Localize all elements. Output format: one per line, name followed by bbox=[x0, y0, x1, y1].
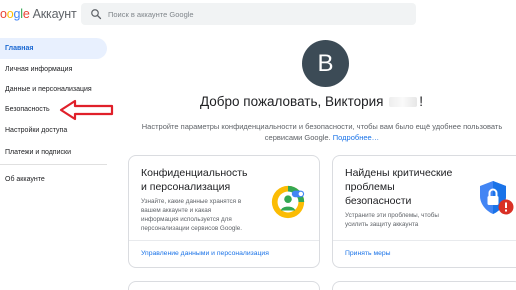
privacy-card[interactable]: Конфиденциальность и персонализация Узна… bbox=[128, 155, 320, 268]
security-issues-card[interactable]: Найдены критические проблемы безопасност… bbox=[332, 155, 516, 268]
next-card-partial[interactable] bbox=[332, 281, 516, 290]
card-description: Узнайте, какие данные хранятся в вашем а… bbox=[141, 197, 242, 233]
sidebar-item-about[interactable]: Об аккаунте bbox=[0, 169, 107, 190]
sidebar-item-sharing[interactable]: Настройки доступа bbox=[0, 120, 107, 141]
app-header: oogle Аккаунт bbox=[0, 0, 516, 30]
welcome-heading: Добро пожаловать, Виктория ! bbox=[200, 94, 452, 109]
card-desc-line: усилить защиту аккаунта bbox=[345, 221, 419, 228]
card-title: Найдены критические проблемы безопасност… bbox=[345, 166, 452, 208]
card-footer: Управление данными и персонализация bbox=[129, 240, 319, 267]
welcome-subtitle: Настройте параметры конфиденциальности и… bbox=[128, 121, 516, 143]
google-account-logo[interactable]: oogle Аккаунт bbox=[0, 7, 77, 21]
manage-data-link[interactable]: Управление данными и персонализация bbox=[141, 250, 269, 257]
take-action-link[interactable]: Принять меры bbox=[345, 250, 391, 257]
logo-letter: o bbox=[0, 7, 7, 21]
card-desc-line: Узнайте, какие данные хранятся в bbox=[141, 198, 242, 205]
security-shield-icon bbox=[480, 181, 514, 215]
privacy-personalization-icon bbox=[271, 185, 305, 219]
learn-more-link[interactable]: Подробнее… bbox=[333, 133, 379, 142]
logo-product-name: Аккаунт bbox=[32, 7, 77, 21]
card-title-line: проблемы bbox=[345, 181, 395, 193]
card-desc-line: Устраните эти проблемы, чтобы bbox=[345, 212, 439, 219]
sidebar-divider bbox=[0, 164, 107, 165]
search-icon[interactable] bbox=[90, 8, 102, 20]
welcome-suffix: ! bbox=[419, 94, 424, 109]
subtitle-line: Настройте параметры конфиденциальности и… bbox=[141, 122, 503, 131]
logo-letter: o bbox=[6, 7, 14, 21]
card-description: Устраните эти проблемы, чтобы усилить за… bbox=[345, 211, 439, 229]
red-arrow-annotation bbox=[59, 99, 114, 121]
card-desc-line: информация используется для bbox=[141, 216, 232, 223]
card-desc-line: персонализации сервисов Google. bbox=[141, 225, 242, 232]
card-title-line: и персонализация bbox=[141, 181, 231, 193]
blurred-name bbox=[389, 97, 418, 108]
welcome-text: Добро пожаловать, Виктория bbox=[200, 94, 384, 109]
sidebar-item-home[interactable]: Главная bbox=[0, 38, 107, 59]
card-desc-line: вашем аккаунте и какая bbox=[141, 207, 212, 214]
avatar[interactable]: В bbox=[302, 40, 349, 87]
card-title-line: безопасности bbox=[345, 195, 412, 207]
sidebar-item-data-personalization[interactable]: Данные и персонализация bbox=[0, 79, 107, 100]
logo-letter: e bbox=[22, 7, 30, 21]
card-title-line: Найдены критические bbox=[345, 167, 453, 179]
sidebar-item-payments[interactable]: Платежи и подписки bbox=[0, 142, 107, 163]
subtitle-line: сервисами Google. bbox=[264, 133, 331, 142]
search-input[interactable] bbox=[108, 3, 408, 25]
card-title-line: Конфиденциальность bbox=[141, 167, 248, 179]
next-card-partial[interactable] bbox=[128, 281, 320, 290]
search-bar[interactable] bbox=[81, 3, 416, 25]
card-footer: Принять меры bbox=[333, 240, 516, 267]
card-title: Конфиденциальность и персонализация bbox=[141, 166, 248, 194]
sidebar-item-personal-info[interactable]: Личная информация bbox=[0, 59, 107, 80]
